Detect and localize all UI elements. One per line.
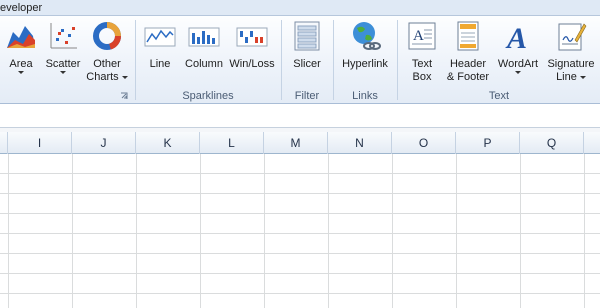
area-chart-dropdown-icon[interactable]	[18, 71, 24, 74]
ribbon-tab-bar: eveloper	[0, 0, 600, 16]
grid-column-line	[584, 154, 585, 308]
wordart-label: WordArt	[497, 58, 539, 70]
grid-column-line	[456, 154, 457, 308]
signature-line-button[interactable]: Signature Line	[544, 20, 598, 83]
grid-column-line	[392, 154, 393, 308]
signature-line-dropdown-icon[interactable]	[579, 75, 586, 79]
hyperlink-button[interactable]: Hyperlink	[338, 20, 392, 70]
links-group-label: Links	[352, 90, 378, 102]
area-chart-icon	[7, 26, 35, 48]
other-charts-label-text: Charts	[86, 71, 119, 83]
filter-group: Slicer Filter	[282, 16, 332, 104]
sparkline-line-button[interactable]: Line	[142, 20, 178, 70]
grid-column-line	[136, 154, 137, 308]
wordart-button[interactable]: A WordArt	[494, 20, 542, 74]
header-footer-icon	[457, 21, 479, 51]
column-header-k[interactable]: K	[136, 132, 200, 154]
sparkline-column-label: Column	[185, 58, 223, 70]
header-footer-label-line1: Header	[449, 58, 487, 70]
column-header-i[interactable]: I	[8, 132, 72, 154]
grid-row-line	[0, 173, 600, 174]
scatter-chart-button[interactable]: Scatter	[42, 20, 84, 74]
grid-column-line	[520, 154, 521, 308]
grid-row-line	[0, 213, 600, 214]
header-footer-button[interactable]: Header & Footer	[444, 20, 492, 83]
other-charts-label-line2: Charts	[86, 71, 128, 83]
column-header-o[interactable]: O	[392, 132, 456, 154]
column-header-p[interactable]: P	[456, 132, 520, 154]
links-group: Hyperlink Links	[334, 16, 396, 104]
text-group: A Text Box Header & Footer A WordArt Sig…	[398, 16, 600, 104]
sparklines-group: Line Column Win/Loss Sparklines	[136, 16, 280, 104]
other-charts-dropdown-icon[interactable]	[121, 75, 128, 79]
slicer-label: Slicer	[293, 58, 321, 70]
grid-column-line	[8, 154, 9, 308]
scatter-chart-label: Scatter	[45, 58, 81, 70]
worksheet-grid[interactable]	[0, 154, 600, 308]
grid-row-line	[0, 253, 600, 254]
other-charts-icon	[93, 22, 122, 50]
area-chart-button[interactable]: Area	[2, 20, 40, 74]
other-charts-button[interactable]: Other Charts	[86, 20, 128, 83]
sparkline-column-button[interactable]: Column	[182, 20, 226, 70]
column-header-partial[interactable]	[584, 132, 600, 154]
dialog-launcher-icon[interactable]	[120, 92, 128, 100]
column-header-partial[interactable]	[0, 132, 8, 154]
sparklines-group-label: Sparklines	[182, 90, 234, 102]
slicer-button[interactable]: Slicer	[288, 20, 326, 70]
filter-group-label: Filter	[294, 90, 320, 102]
tab-developer[interactable]: eveloper	[0, 1, 46, 16]
sparkline-line-label: Line	[149, 58, 171, 70]
slicer-icon	[294, 21, 320, 51]
hyperlink-globe-icon	[353, 22, 381, 50]
signature-line-label-line2: Line	[544, 71, 598, 83]
area-chart-label: Area	[9, 58, 33, 70]
grid-row-line	[0, 233, 600, 234]
wordart-dropdown-icon[interactable]	[515, 71, 521, 74]
other-charts-label-line1: Other	[93, 58, 121, 70]
grid-row-line	[0, 273, 600, 274]
column-header-m[interactable]: M	[264, 132, 328, 154]
sparkline-column-icon	[188, 27, 220, 47]
text-box-label-line2: Box	[412, 71, 432, 83]
column-header-q[interactable]: Q	[520, 132, 584, 154]
grid-row-line	[0, 193, 600, 194]
grid-column-line	[264, 154, 265, 308]
grid-column-line	[328, 154, 329, 308]
column-header-n[interactable]: N	[328, 132, 392, 154]
text-box-label-line1: Text	[411, 58, 433, 70]
formula-bar[interactable]	[0, 104, 600, 128]
column-header-row: I J K L M N O P Q	[0, 132, 600, 154]
column-header-l[interactable]: L	[200, 132, 264, 154]
svg-text:A: A	[413, 28, 424, 44]
sparkline-line-icon	[144, 27, 176, 47]
header-footer-label-line2: & Footer	[446, 71, 490, 83]
charts-group: Area Scatter Other Charts	[0, 16, 134, 104]
sparkline-winloss-button[interactable]: Win/Loss	[228, 20, 276, 70]
sparkline-winloss-icon	[236, 27, 268, 47]
svg-text:A: A	[505, 22, 527, 52]
text-box-icon: A	[408, 22, 436, 50]
column-header-j[interactable]: J	[72, 132, 136, 154]
ribbon: Area Scatter Other Charts Line Column Wi…	[0, 16, 600, 104]
grid-column-line	[200, 154, 201, 308]
signature-line-label-text: Line	[556, 71, 577, 83]
text-box-button[interactable]: A Text Box	[402, 20, 442, 83]
grid-column-line	[72, 154, 73, 308]
scatter-chart-dropdown-icon[interactable]	[60, 71, 66, 74]
grid-row-line	[0, 293, 600, 294]
wordart-icon: A	[505, 22, 527, 52]
text-group-label: Text	[488, 90, 510, 102]
signature-line-label-line1: Signature	[547, 58, 595, 70]
sparkline-winloss-label: Win/Loss	[229, 58, 275, 70]
scatter-chart-icon	[50, 23, 77, 49]
hyperlink-label: Hyperlink	[342, 58, 388, 70]
signature-line-icon	[558, 23, 587, 51]
